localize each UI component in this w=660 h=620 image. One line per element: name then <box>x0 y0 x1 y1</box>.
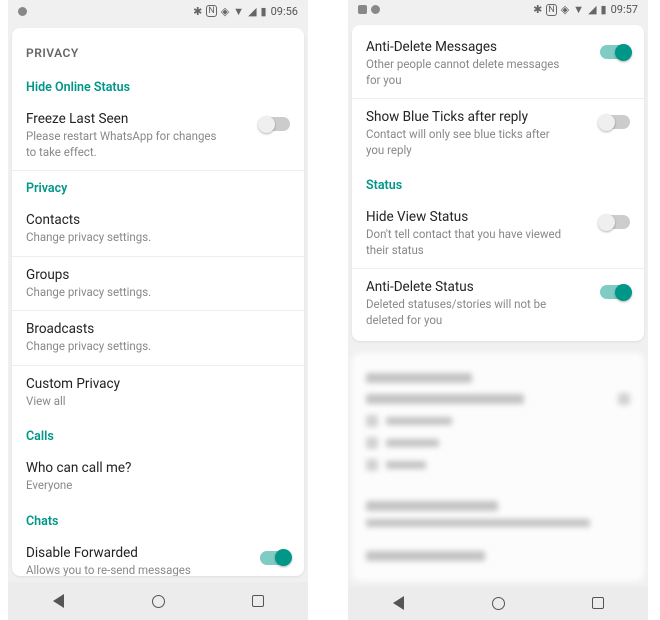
row-subtitle: Allows you to re-send messages without F… <box>26 563 226 576</box>
row-hide-view-status[interactable]: Hide View Status Don't tell contact that… <box>352 199 644 269</box>
section-hide-online: Hide Online Status <box>12 70 304 101</box>
wifi-icon: ▼ <box>573 3 584 16</box>
row-title: Disable Forwarded <box>26 545 252 561</box>
row-subtitle: Contact will only see blue ticks after y… <box>366 127 566 158</box>
row-subtitle: Change privacy settings. <box>26 230 226 246</box>
clock: 09:56 <box>271 5 298 18</box>
settings-card: Anti-Delete Messages Other people cannot… <box>352 25 644 340</box>
row-subtitle: Everyone <box>26 478 226 494</box>
wifi-icon: ▼ <box>233 5 244 18</box>
row-contacts[interactable]: Contacts Change privacy settings. <box>12 202 304 257</box>
row-title: Show Blue Ticks after reply <box>366 109 592 125</box>
row-custom-privacy[interactable]: Custom Privacy View all <box>12 366 304 420</box>
battery-icon: ▮ <box>601 3 607 16</box>
row-title: Contacts <box>26 212 290 228</box>
recent-button[interactable] <box>590 595 606 611</box>
toggle-hide-view-status[interactable] <box>600 215 630 229</box>
page-title: PRIVACY <box>12 32 304 70</box>
row-subtitle: Change privacy settings. <box>26 339 226 355</box>
row-freeze-last-seen[interactable]: Freeze Last Seen Please restart WhatsApp… <box>12 101 304 171</box>
screenshot-icon <box>358 5 367 14</box>
row-title: Freeze Last Seen <box>26 111 252 127</box>
row-blue-ticks[interactable]: Show Blue Ticks after reply Contact will… <box>352 99 644 168</box>
row-title: Groups <box>26 267 290 283</box>
notification-dot-icon <box>371 5 380 14</box>
nfc-icon: N <box>546 4 556 16</box>
section-privacy: Privacy <box>12 171 304 202</box>
row-subtitle: Change privacy settings. <box>26 285 226 301</box>
row-title: Broadcasts <box>26 321 290 337</box>
row-title: Hide View Status <box>366 209 592 225</box>
row-subtitle: View all <box>26 394 226 410</box>
vibrate-icon: ◈ <box>221 5 229 18</box>
back-button[interactable] <box>50 593 66 609</box>
toggle-disable-forwarded[interactable] <box>260 551 290 565</box>
row-subtitle: Please restart WhatsApp for changes to t… <box>26 129 226 160</box>
signal-icon: ◢ <box>588 3 596 16</box>
bluetooth-icon: ✱ <box>193 5 202 18</box>
phone-right: ✱ N ◈ ▼ ◢ ▮ 09:57 Anti-Delete Messages O… <box>348 0 648 620</box>
row-title: Who can call me? <box>26 460 290 476</box>
section-status: Status <box>352 168 644 199</box>
recent-button[interactable] <box>250 593 266 609</box>
battery-icon: ▮ <box>261 5 267 18</box>
settings-card: PRIVACY Hide Online Status Freeze Last S… <box>12 28 304 576</box>
home-button[interactable] <box>490 595 506 611</box>
toggle-anti-delete-status[interactable] <box>600 285 630 299</box>
home-button[interactable] <box>150 593 166 609</box>
notification-dot-icon <box>18 7 27 16</box>
clock: 09:57 <box>611 3 638 16</box>
row-disable-forwarded[interactable]: Disable Forwarded Allows you to re-send … <box>12 535 304 576</box>
toggle-anti-delete-messages[interactable] <box>600 45 630 59</box>
status-bar: ✱ N ◈ ▼ ◢ ▮ 09:56 <box>8 0 308 22</box>
row-anti-delete-messages[interactable]: Anti-Delete Messages Other people cannot… <box>352 29 644 99</box>
row-subtitle: Don't tell contact that you have viewed … <box>366 227 566 258</box>
status-bar: ✱ N ◈ ▼ ◢ ▮ 09:57 <box>348 0 648 19</box>
blurred-content <box>352 353 644 581</box>
row-title: Anti-Delete Messages <box>366 39 592 55</box>
toggle-freeze-last-seen[interactable] <box>260 117 290 131</box>
row-subtitle: Other people cannot delete messages for … <box>366 57 566 88</box>
row-title: Custom Privacy <box>26 376 290 392</box>
nav-bar <box>8 582 308 620</box>
row-broadcasts[interactable]: Broadcasts Change privacy settings. <box>12 311 304 366</box>
toggle-blue-ticks[interactable] <box>600 115 630 129</box>
row-subtitle: Deleted statuses/stories will not be del… <box>366 297 566 328</box>
bluetooth-icon: ✱ <box>533 3 542 16</box>
row-title: Anti-Delete Status <box>366 279 592 295</box>
phone-left: ✱ N ◈ ▼ ◢ ▮ 09:56 PRIVACY Hide Online St… <box>8 0 308 620</box>
row-who-can-call[interactable]: Who can call me? Everyone <box>12 450 304 504</box>
row-anti-delete-status[interactable]: Anti-Delete Status Deleted statuses/stor… <box>352 269 644 338</box>
signal-icon: ◢ <box>248 5 256 18</box>
nfc-icon: N <box>206 5 216 17</box>
vibrate-icon: ◈ <box>561 3 569 16</box>
section-calls: Calls <box>12 419 304 450</box>
nav-bar <box>348 587 648 620</box>
back-button[interactable] <box>390 595 406 611</box>
row-groups[interactable]: Groups Change privacy settings. <box>12 257 304 312</box>
section-chats: Chats <box>12 504 304 535</box>
